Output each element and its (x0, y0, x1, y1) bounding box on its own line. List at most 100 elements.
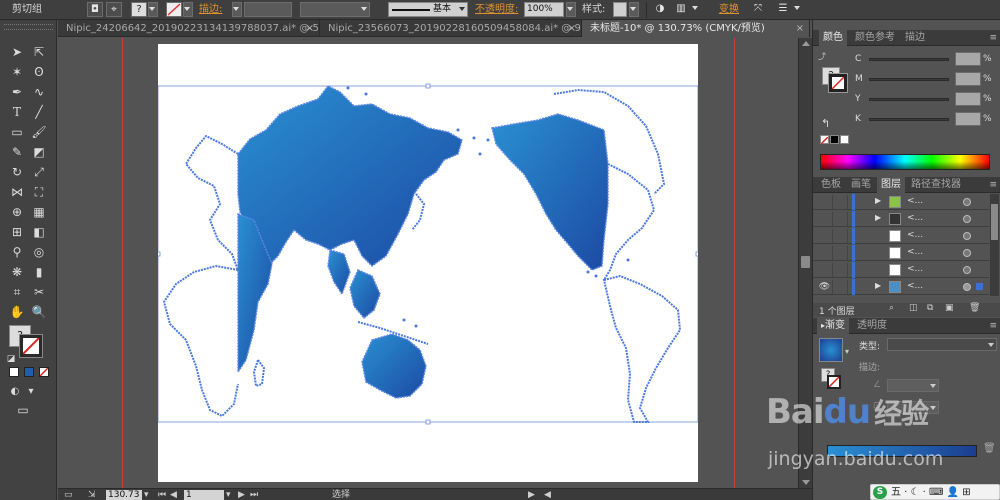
shape-builder-tool-icon[interactable]: ⊕ (8, 203, 26, 221)
ime-toolbar[interactable]: S 五 · ☾ · ⌨ 👤 ⊞ (870, 484, 1000, 500)
page-input[interactable]: 1 (184, 490, 224, 500)
tab-swatches[interactable]: 色板 (817, 177, 845, 193)
status-icon-b[interactable]: ⇲ (88, 489, 96, 500)
black-color-swatch[interactable] (830, 135, 839, 144)
panel-toggle-dropdown[interactable] (792, 2, 802, 17)
lasso-tool-icon[interactable]: ʘ (30, 63, 48, 81)
opacity-label[interactable]: 不透明度: (475, 3, 518, 16)
stroke-dropdown[interactable] (183, 2, 193, 17)
lock-toggle[interactable] (834, 263, 848, 277)
magenta-slider-row[interactable]: M % (813, 72, 1000, 88)
delete-stop-icon[interactable]: 🗑 (983, 443, 996, 454)
yellow-slider[interactable] (869, 98, 949, 101)
layer-name[interactable]: <... (907, 196, 923, 206)
layer-row[interactable]: <... (813, 245, 989, 261)
magenta-input[interactable] (955, 72, 981, 86)
stroke-label[interactable]: 描边: (199, 3, 222, 16)
visibility-toggle[interactable] (817, 246, 833, 260)
layer-row[interactable]: <... (813, 228, 989, 244)
world-map-artwork[interactable] (158, 44, 698, 482)
eraser-tool-icon[interactable]: ◩ (30, 143, 48, 161)
next-page-icon[interactable]: ▶ (238, 489, 245, 500)
locate-object-icon[interactable]: ⌕ (889, 303, 894, 313)
ime-logo-icon[interactable]: S (873, 486, 887, 499)
isolate-group-icon[interactable]: ⤧ (750, 2, 766, 17)
magic-wand-tool-icon[interactable]: ✶ (8, 63, 26, 81)
zoom-input[interactable]: 130.73 (106, 490, 142, 500)
lock-toggle[interactable] (834, 229, 848, 243)
layer-name[interactable]: <... (907, 264, 923, 274)
mesh-tool-icon[interactable]: ⊞ (8, 223, 26, 241)
hand-tool-icon[interactable]: ✋ (8, 303, 26, 321)
layer-row[interactable]: ▶ <... (813, 211, 989, 227)
selection-tool-icon[interactable]: ➤ (8, 43, 26, 61)
delete-layer-icon[interactable]: 🗑 (969, 303, 980, 313)
visibility-toggle[interactable] (817, 229, 833, 243)
align-dropdown[interactable] (690, 2, 700, 17)
selection-indicator[interactable] (976, 283, 983, 290)
prev-page-icon[interactable]: ◀ (170, 489, 177, 500)
scale-tool-icon[interactable]: ⤢ (30, 163, 48, 181)
rectangle-tool-icon[interactable]: ▭ (8, 123, 26, 141)
paintbrush-tool-icon[interactable]: 🖌 (30, 123, 48, 141)
out-of-gamut-icon[interactable]: ↰ (821, 117, 830, 130)
brush-definition-dropdown[interactable]: 基本 (388, 2, 468, 17)
tab-document-2[interactable]: Nipic_23566073_20190228160509458084.ai* … (320, 20, 582, 37)
line-tool-icon[interactable]: ╱ (30, 103, 48, 121)
close-icon[interactable]: × (568, 20, 576, 37)
eyedropper-tool-icon[interactable]: ⚲ (8, 243, 26, 261)
tab-document-active[interactable]: 未标题-10* @ 130.73% (CMYK/预览) × (582, 20, 810, 37)
tab-document-1[interactable]: Nipic_24206642_20190223134139788037.ai* … (58, 20, 320, 37)
expand-icon[interactable]: ▶ (875, 196, 881, 205)
target-icon[interactable] (963, 215, 971, 223)
tab-pathfinder[interactable]: 路径查找器 (907, 177, 965, 193)
page-dropdown-icon[interactable]: ▾ (226, 489, 231, 500)
none-color-swatch[interactable] (820, 135, 829, 145)
gradient-mode-icon[interactable] (24, 367, 34, 377)
transform-link[interactable]: 变换 (719, 3, 739, 16)
color-spectrum[interactable] (820, 154, 990, 170)
curvature-tool-icon[interactable]: ∿ (30, 83, 48, 101)
gradient-preview-swatch[interactable] (819, 338, 843, 362)
scrollbar-thumb[interactable] (801, 256, 810, 268)
visibility-toggle[interactable] (817, 263, 833, 277)
status-icon-a[interactable]: ▭ (64, 489, 73, 500)
zoom-dropdown-icon[interactable]: ▾ (144, 489, 149, 500)
expand-icon[interactable]: ▶ (875, 281, 881, 290)
cyan-input[interactable] (955, 52, 981, 66)
artboard-tool-icon[interactable]: ⌗ (8, 283, 26, 301)
target-icon[interactable] (963, 198, 971, 206)
column-graph-tool-icon[interactable]: ▮ (30, 263, 48, 281)
layers-scrollbar[interactable] (990, 194, 999, 296)
default-colors-icon[interactable]: ◪ (2, 350, 20, 368)
target-icon[interactable] (963, 266, 971, 274)
gradient-angle-input[interactable] (887, 379, 939, 392)
tab-color[interactable]: 颜色 (819, 30, 847, 46)
draw-mode-dropdown-icon[interactable]: ▾ (22, 383, 40, 401)
rotate-tool-icon[interactable]: ↻ (8, 163, 26, 181)
layer-name[interactable]: <... (907, 213, 923, 223)
type-tool-icon[interactable]: T (8, 103, 26, 121)
variable-width-dropdown[interactable] (300, 2, 370, 17)
tab-layers[interactable]: 图层 (877, 177, 905, 193)
status-arrow-icon[interactable]: ▶ (528, 489, 535, 500)
perspective-grid-tool-icon[interactable]: ▦ (30, 203, 48, 221)
yellow-input[interactable] (955, 92, 981, 106)
canvas[interactable] (58, 38, 798, 488)
symbol-sprayer-tool-icon[interactable]: ❋ (8, 263, 26, 281)
tab-stroke[interactable]: 描边 (901, 30, 929, 46)
new-sublayer-icon[interactable]: ⧉ (927, 303, 933, 313)
new-layer-icon[interactable]: ▣ (945, 303, 954, 313)
opacity-input[interactable]: 100% (524, 2, 564, 17)
width-tool-icon[interactable]: ⋈ (8, 183, 26, 201)
stroke-weight-stepper[interactable] (232, 2, 242, 17)
gradient-type-select[interactable] (887, 338, 997, 351)
tab-gradient[interactable]: ▸渐变 (817, 318, 850, 334)
last-page-icon[interactable]: ⏭ (250, 489, 258, 500)
color-mode-icon[interactable] (9, 367, 19, 377)
yellow-slider-row[interactable]: Y % (813, 92, 1000, 108)
slice-tool-icon[interactable]: ✂ (30, 283, 48, 301)
panel-toggle-icon[interactable]: ☰ (775, 2, 791, 17)
eye-icon[interactable]: 👁 (817, 280, 833, 294)
fill-dropdown[interactable] (148, 2, 158, 17)
